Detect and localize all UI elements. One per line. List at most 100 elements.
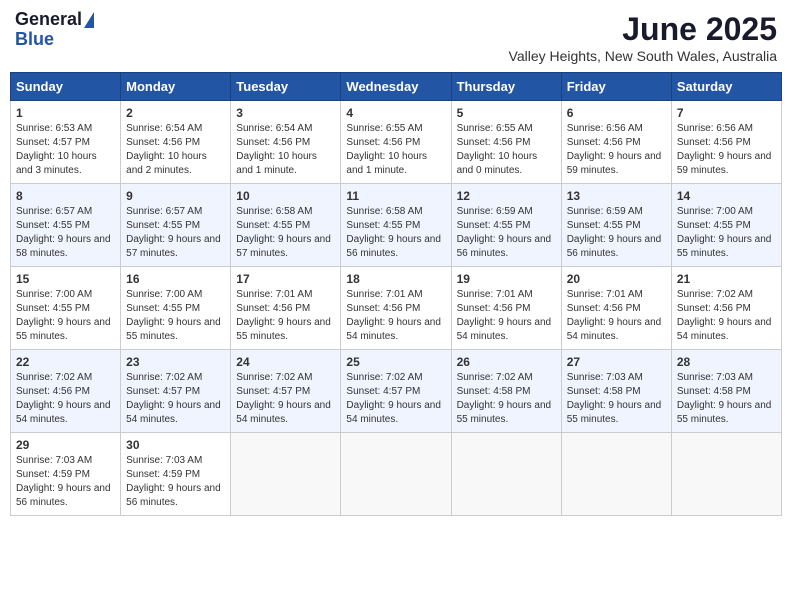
day-info: Sunrise: 6:57 AM Sunset: 4:55 PM Dayligh…	[126, 205, 225, 261]
sunset-label: Sunset: 4:55 PM	[677, 220, 751, 231]
sunrise-label: Sunrise: 6:56 AM	[567, 123, 643, 134]
table-row	[451, 433, 561, 516]
daylight-label: Daylight: 9 hours and 56 minutes.	[346, 234, 441, 259]
daylight-label: Daylight: 9 hours and 54 minutes.	[457, 317, 552, 342]
daylight-label: Daylight: 9 hours and 55 minutes.	[677, 400, 772, 425]
sunset-label: Sunset: 4:58 PM	[567, 386, 641, 397]
daylight-label: Daylight: 9 hours and 59 minutes.	[677, 151, 772, 176]
day-info: Sunrise: 7:01 AM Sunset: 4:56 PM Dayligh…	[457, 288, 556, 344]
day-number: 20	[567, 272, 666, 286]
day-number: 26	[457, 355, 556, 369]
sunrise-label: Sunrise: 7:00 AM	[126, 289, 202, 300]
col-tuesday: Tuesday	[231, 73, 341, 101]
daylight-label: Daylight: 9 hours and 54 minutes.	[16, 400, 111, 425]
sunset-label: Sunset: 4:56 PM	[567, 303, 641, 314]
table-row: 19 Sunrise: 7:01 AM Sunset: 4:56 PM Dayl…	[451, 267, 561, 350]
sunrise-label: Sunrise: 7:01 AM	[567, 289, 643, 300]
day-info: Sunrise: 7:00 AM Sunset: 4:55 PM Dayligh…	[126, 288, 225, 344]
sunrise-label: Sunrise: 7:02 AM	[346, 372, 422, 383]
sunrise-label: Sunrise: 6:55 AM	[346, 123, 422, 134]
sunrise-label: Sunrise: 6:57 AM	[16, 206, 92, 217]
day-info: Sunrise: 6:58 AM Sunset: 4:55 PM Dayligh…	[236, 205, 335, 261]
daylight-label: Daylight: 9 hours and 54 minutes.	[126, 400, 221, 425]
day-number: 6	[567, 106, 666, 120]
daylight-label: Daylight: 9 hours and 55 minutes.	[457, 400, 552, 425]
sunset-label: Sunset: 4:55 PM	[16, 303, 90, 314]
day-number: 30	[126, 438, 225, 452]
day-info: Sunrise: 7:01 AM Sunset: 4:56 PM Dayligh…	[567, 288, 666, 344]
sunset-label: Sunset: 4:56 PM	[677, 137, 751, 148]
day-info: Sunrise: 7:01 AM Sunset: 4:56 PM Dayligh…	[346, 288, 445, 344]
daylight-label: Daylight: 9 hours and 59 minutes.	[567, 151, 662, 176]
day-info: Sunrise: 7:00 AM Sunset: 4:55 PM Dayligh…	[677, 205, 776, 261]
daylight-label: Daylight: 9 hours and 54 minutes.	[236, 400, 331, 425]
sunset-label: Sunset: 4:55 PM	[567, 220, 641, 231]
day-number: 4	[346, 106, 445, 120]
day-number: 27	[567, 355, 666, 369]
sunset-label: Sunset: 4:56 PM	[126, 137, 200, 148]
sunset-label: Sunset: 4:56 PM	[346, 137, 420, 148]
table-row: 30 Sunrise: 7:03 AM Sunset: 4:59 PM Dayl…	[121, 433, 231, 516]
day-info: Sunrise: 7:01 AM Sunset: 4:56 PM Dayligh…	[236, 288, 335, 344]
daylight-label: Daylight: 9 hours and 55 minutes.	[567, 400, 662, 425]
day-info: Sunrise: 6:55 AM Sunset: 4:56 PM Dayligh…	[346, 122, 445, 178]
daylight-label: Daylight: 9 hours and 56 minutes.	[457, 234, 552, 259]
logo-triangle-icon	[84, 12, 94, 28]
daylight-label: Daylight: 10 hours and 3 minutes.	[16, 151, 97, 176]
day-number: 25	[346, 355, 445, 369]
location: Valley Heights, New South Wales, Austral…	[509, 48, 777, 64]
daylight-label: Daylight: 10 hours and 1 minute.	[236, 151, 317, 176]
daylight-label: Daylight: 9 hours and 57 minutes.	[126, 234, 221, 259]
sunrise-label: Sunrise: 7:01 AM	[346, 289, 422, 300]
day-info: Sunrise: 7:02 AM Sunset: 4:57 PM Dayligh…	[346, 371, 445, 427]
table-row: 10 Sunrise: 6:58 AM Sunset: 4:55 PM Dayl…	[231, 184, 341, 267]
day-number: 23	[126, 355, 225, 369]
sunset-label: Sunset: 4:57 PM	[126, 386, 200, 397]
daylight-label: Daylight: 9 hours and 58 minutes.	[16, 234, 111, 259]
sunset-label: Sunset: 4:56 PM	[457, 303, 531, 314]
day-number: 18	[346, 272, 445, 286]
day-number: 14	[677, 189, 776, 203]
day-number: 11	[346, 189, 445, 203]
table-row: 27 Sunrise: 7:03 AM Sunset: 4:58 PM Dayl…	[561, 350, 671, 433]
calendar-header-row: Sunday Monday Tuesday Wednesday Thursday…	[11, 73, 782, 101]
sunrise-label: Sunrise: 6:58 AM	[236, 206, 312, 217]
daylight-label: Daylight: 10 hours and 1 minute.	[346, 151, 427, 176]
title-block: June 2025 Valley Heights, New South Wale…	[509, 10, 777, 64]
sunrise-label: Sunrise: 7:01 AM	[236, 289, 312, 300]
table-row: 29 Sunrise: 7:03 AM Sunset: 4:59 PM Dayl…	[11, 433, 121, 516]
table-row: 25 Sunrise: 7:02 AM Sunset: 4:57 PM Dayl…	[341, 350, 451, 433]
day-number: 19	[457, 272, 556, 286]
table-row: 14 Sunrise: 7:00 AM Sunset: 4:55 PM Dayl…	[671, 184, 781, 267]
day-number: 17	[236, 272, 335, 286]
sunrise-label: Sunrise: 7:03 AM	[16, 455, 92, 466]
sunset-label: Sunset: 4:56 PM	[346, 303, 420, 314]
sunset-label: Sunset: 4:55 PM	[126, 220, 200, 231]
table-row: 6 Sunrise: 6:56 AM Sunset: 4:56 PM Dayli…	[561, 101, 671, 184]
daylight-label: Daylight: 9 hours and 54 minutes.	[677, 317, 772, 342]
table-row: 28 Sunrise: 7:03 AM Sunset: 4:58 PM Dayl…	[671, 350, 781, 433]
calendar-table: Sunday Monday Tuesday Wednesday Thursday…	[10, 72, 782, 516]
day-info: Sunrise: 6:59 AM Sunset: 4:55 PM Dayligh…	[457, 205, 556, 261]
sunset-label: Sunset: 4:58 PM	[457, 386, 531, 397]
day-number: 16	[126, 272, 225, 286]
day-info: Sunrise: 7:03 AM Sunset: 4:58 PM Dayligh…	[677, 371, 776, 427]
month-year: June 2025	[509, 10, 777, 48]
table-row: 4 Sunrise: 6:55 AM Sunset: 4:56 PM Dayli…	[341, 101, 451, 184]
daylight-label: Daylight: 9 hours and 57 minutes.	[236, 234, 331, 259]
week-row-1: 1 Sunrise: 6:53 AM Sunset: 4:57 PM Dayli…	[11, 101, 782, 184]
table-row: 18 Sunrise: 7:01 AM Sunset: 4:56 PM Dayl…	[341, 267, 451, 350]
day-number: 1	[16, 106, 115, 120]
sunrise-label: Sunrise: 7:02 AM	[236, 372, 312, 383]
sunset-label: Sunset: 4:57 PM	[236, 386, 310, 397]
sunrise-label: Sunrise: 6:54 AM	[126, 123, 202, 134]
table-row: 15 Sunrise: 7:00 AM Sunset: 4:55 PM Dayl…	[11, 267, 121, 350]
col-wednesday: Wednesday	[341, 73, 451, 101]
day-info: Sunrise: 7:03 AM Sunset: 4:59 PM Dayligh…	[16, 454, 115, 510]
logo-general: General	[15, 10, 82, 30]
table-row: 9 Sunrise: 6:57 AM Sunset: 4:55 PM Dayli…	[121, 184, 231, 267]
sunrise-label: Sunrise: 7:00 AM	[677, 206, 753, 217]
day-number: 12	[457, 189, 556, 203]
daylight-label: Daylight: 9 hours and 55 minutes.	[126, 317, 221, 342]
sunset-label: Sunset: 4:55 PM	[16, 220, 90, 231]
